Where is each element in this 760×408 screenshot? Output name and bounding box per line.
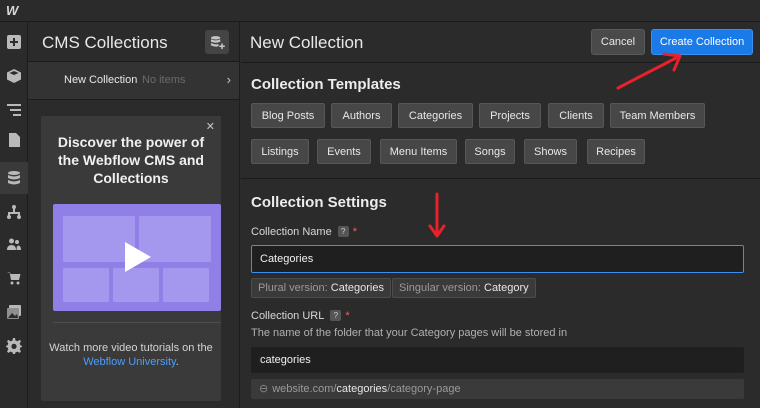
settings-title: Collection Settings [251,194,387,211]
template-button[interactable]: Menu Items [380,139,457,164]
divider [53,322,221,323]
template-button[interactable]: Clients [548,103,604,128]
promo-title: Discover the power of the Webflow CMS an… [57,134,205,186]
left-icon-rail [0,22,28,408]
template-button[interactable]: Listings [251,139,309,164]
link-icon: ⊖ [259,383,269,395]
components-icon[interactable] [4,66,24,86]
collection-url-input[interactable]: categories [251,347,744,373]
collection-list-item[interactable]: New Collection No items › [28,62,239,100]
webflow-logo[interactable]: W [6,3,18,18]
collection-url-description: The name of the folder that your Categor… [251,327,568,339]
webflow-university-link[interactable]: Webflow University [83,356,176,368]
promo-footer: Watch more video tutorials on the Webflo… [49,342,213,368]
collection-name-input[interactable]: Categories [251,245,744,273]
collection-header: New Collection Cancel Create Collection [241,22,760,63]
assets-icon[interactable] [4,302,24,322]
template-button[interactable]: Projects [479,103,541,128]
pages-icon[interactable] [4,130,24,150]
close-icon[interactable]: ✕ [206,120,215,133]
template-button[interactable]: Events [317,139,371,164]
template-button[interactable]: Shows [524,139,577,164]
required-marker: * [352,226,357,238]
play-icon[interactable] [125,242,151,272]
plural-version-chip[interactable]: Plural version: Categories [251,278,391,298]
logo-area: W [0,0,28,22]
collection-url-label: Collection URL? * [251,310,350,322]
collection-settings-section: Collection Settings Collection Name? * Ca… [241,180,760,408]
collection-item-count: No items [142,74,186,86]
cart-icon[interactable] [4,268,24,288]
singular-version-chip[interactable]: Singular version: Category [392,278,536,298]
template-button[interactable]: Authors [331,103,392,128]
templates-title: Collection Templates [251,76,401,93]
add-database-icon [210,35,225,49]
cancel-button[interactable]: Cancel [591,29,645,55]
cms-sidebar: CMS Collections New Collection No items … [28,22,240,408]
template-button[interactable]: Categories [398,103,473,128]
help-icon[interactable]: ? [330,310,342,321]
settings-icon[interactable] [4,336,24,356]
template-button[interactable]: Team Members [610,103,705,128]
url-preview: ⊖ website.com/categories/category-page [251,379,744,399]
top-toolbar [28,0,760,22]
template-button[interactable]: Blog Posts [251,103,325,128]
cms-promo-card: ✕ Discover the power of the Webflow CMS … [41,116,221,401]
add-collection-button[interactable] [205,30,229,54]
template-button[interactable]: Recipes [587,139,645,164]
ecommerce-icon[interactable] [4,202,24,222]
collection-name: New Collection [64,74,138,86]
create-collection-button[interactable]: Create Collection [651,29,753,55]
required-marker: * [345,310,350,322]
cms-icon[interactable] [0,162,28,194]
chevron-right-icon: › [226,72,231,87]
help-icon[interactable]: ? [337,226,349,237]
collection-name-label: Collection Name? * [251,226,357,238]
add-panel-icon[interactable] [4,32,24,52]
collection-templates-section: Collection Templates Blog Posts Authors … [241,63,760,179]
navigator-icon[interactable] [4,100,24,120]
template-button[interactable]: Songs [465,139,515,164]
cms-sidebar-header: CMS Collections [28,22,239,62]
users-icon[interactable] [4,234,24,254]
cms-title: CMS Collections [42,33,168,52]
video-thumbnail[interactable] [53,204,221,311]
page-title: New Collection [250,33,364,52]
